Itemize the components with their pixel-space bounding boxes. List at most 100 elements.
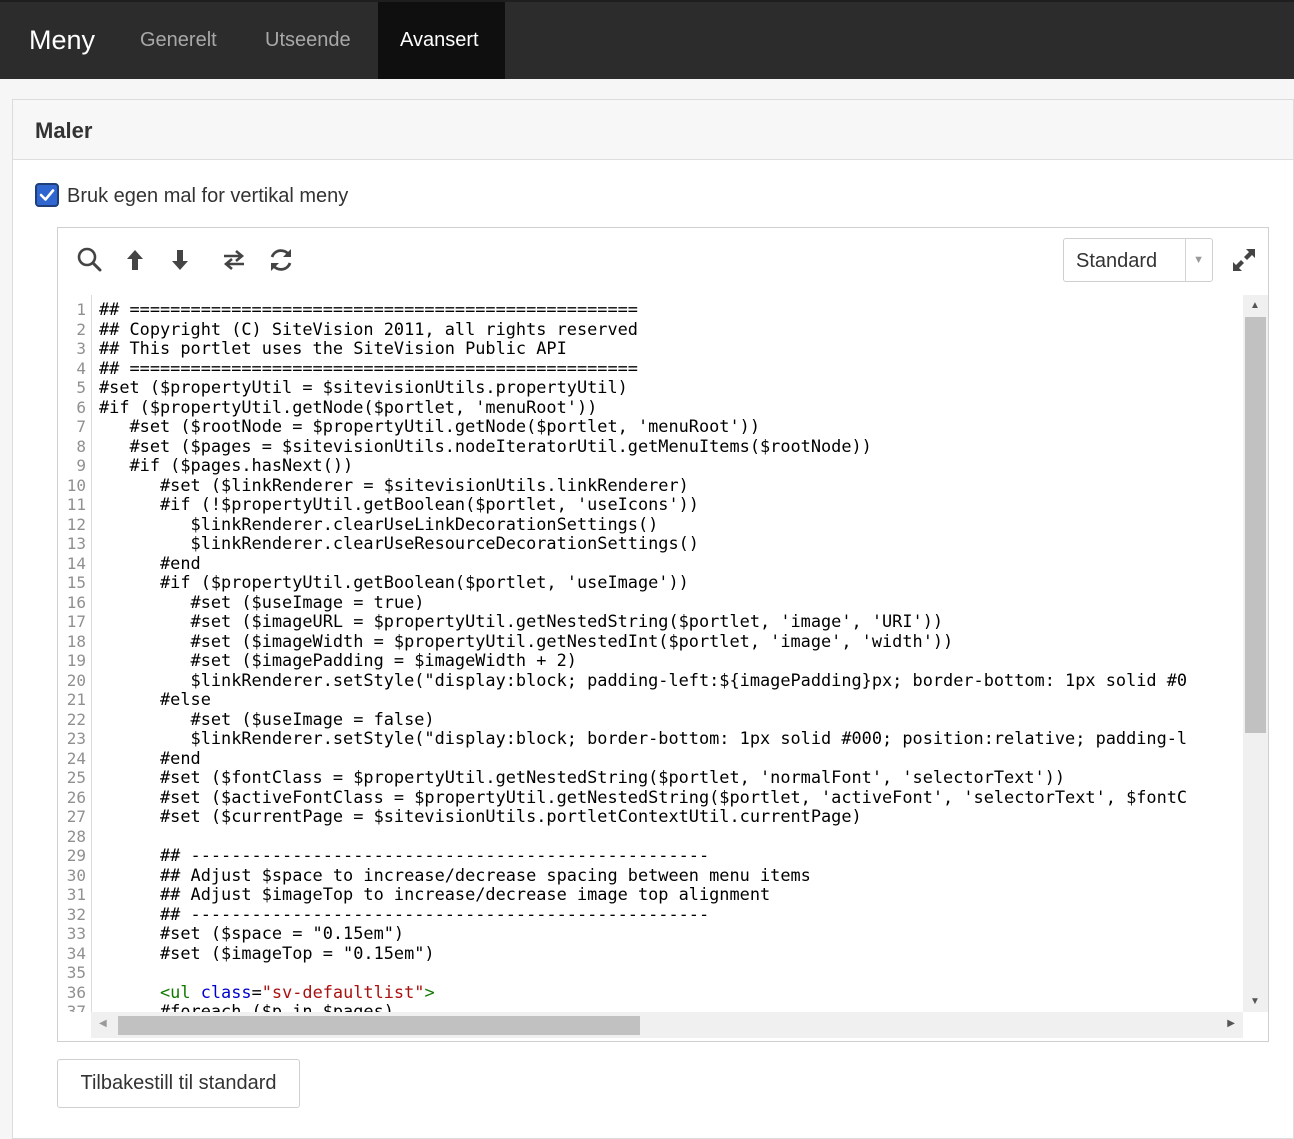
expand-icon[interactable]	[1229, 245, 1259, 275]
custom-template-checkbox[interactable]	[35, 183, 59, 207]
line-number: 28	[66, 826, 86, 846]
line-number: 18	[66, 631, 86, 651]
horizontal-scroll-thumb[interactable]	[118, 1016, 640, 1035]
line-number: 34	[66, 943, 86, 963]
vertical-scroll-thumb[interactable]	[1245, 317, 1266, 733]
line-number: 23	[66, 729, 86, 748]
code-line: #set ($activeFontClass = $propertyUtil.g…	[99, 786, 1188, 807]
code-line: ## Adjust $space to increase/decrease sp…	[99, 864, 811, 885]
line-number: 25	[66, 768, 86, 787]
line-number: 37	[66, 1002, 86, 1012]
code-line: ## =====================================…	[99, 357, 638, 378]
line-number: 30	[66, 865, 86, 885]
tab-generelt[interactable]: Generelt	[118, 2, 239, 79]
line-number: 9	[76, 456, 86, 475]
line-number: 10	[66, 475, 86, 495]
code-content[interactable]: ## =====================================…	[99, 299, 1188, 1012]
line-number: 33	[66, 924, 86, 943]
line-number-gutter: 1 2 3 4 5 6 7 8 9 10 11 12 13 14 15 16 17 18 19 20 21 22 23 24 2…	[58, 295, 92, 1012]
line-number: 19	[66, 651, 86, 670]
code-line: #if ($propertyUtil.getNode($portlet, 'me…	[99, 396, 598, 417]
editor-toolbar: Standard ▼	[58, 228, 1268, 296]
code-line: #set ($rootNode = $propertyUtil.getNode(…	[99, 416, 761, 436]
panel-title: Maler	[35, 118, 93, 143]
panel-header: Maler	[13, 100, 1293, 160]
chevron-down-icon: ▼	[1193, 254, 1204, 266]
select-divider	[1185, 239, 1186, 281]
line-number: 17	[66, 612, 86, 631]
code-line: #set ($imagePadding = $imageWidth + 2)	[99, 650, 577, 670]
line-number: 8	[76, 436, 86, 456]
theme-select-value: Standard	[1076, 250, 1158, 272]
code-line: #if ($pages.hasNext())	[99, 455, 354, 475]
code-line: <ul class="sv-defaultlist">	[160, 981, 435, 1002]
line-number: 29	[66, 846, 86, 865]
scroll-up-icon[interactable]: ▲	[1250, 300, 1260, 311]
custom-template-checkbox-label[interactable]: Bruk egen mal for vertikal meny	[67, 185, 348, 208]
line-number: 20	[66, 670, 86, 690]
line-number: 7	[76, 417, 86, 436]
code-line: #set ($linkRenderer = $sitevisionUtils.l…	[99, 474, 689, 495]
code-line: $linkRenderer.clearUseResourceDecoration…	[99, 533, 699, 553]
code-line: ## -------------------------------------…	[99, 845, 710, 865]
vertical-scrollbar[interactable]: ▲ ▼	[1243, 295, 1268, 1012]
line-number: 3	[76, 339, 86, 358]
line-number: 22	[66, 709, 86, 729]
replace-icon[interactable]	[220, 246, 248, 274]
code-line: #end	[99, 552, 201, 573]
line-number: 21	[66, 690, 86, 709]
code-line: ## Copyright (C) SiteVision 2011, all ri…	[99, 318, 638, 339]
line-number: 15	[66, 573, 86, 592]
code-line: #set ($imageTop = "0.15em")	[99, 942, 435, 963]
scroll-right-icon[interactable]: ▶	[1227, 1018, 1235, 1029]
code-line: #set ($currentPage = $sitevisionUtils.po…	[99, 806, 862, 826]
code-line: #if (!$propertyUtil.getBoolean($portlet,…	[99, 494, 699, 514]
code-line: #set ($pages = $sitevisionUtils.nodeIter…	[99, 435, 872, 456]
horizontal-scrollbar[interactable]: ◀ ▶	[91, 1012, 1243, 1038]
code-line: ## -------------------------------------…	[99, 903, 710, 924]
line-number: 6	[76, 397, 86, 417]
code-line: ## This portlet uses the SiteVision Publ…	[99, 338, 567, 358]
line-number: 26	[66, 787, 86, 807]
arrow-up-icon[interactable]	[121, 246, 149, 274]
line-number: 4	[76, 358, 86, 378]
line-number: 31	[66, 885, 86, 904]
search-icon[interactable]	[76, 246, 104, 274]
line-number: 5	[76, 378, 86, 397]
code-line: #set ($useImage = true)	[99, 591, 425, 612]
scroll-left-icon[interactable]: ◀	[99, 1018, 107, 1029]
line-number: 36	[66, 982, 86, 1002]
code-line: #foreach ($p in $pages)	[99, 1001, 394, 1012]
reset-to-default-button[interactable]: Tilbakestill til standard	[57, 1059, 300, 1108]
code-line: ## =====================================…	[99, 299, 638, 319]
theme-select[interactable]: Standard ▼	[1063, 238, 1213, 282]
code-line: $linkRenderer.setStyle("display:block; p…	[99, 669, 1188, 690]
code-line: #set ($propertyUtil = $sitevisionUtils.p…	[99, 377, 628, 397]
line-number: 13	[66, 534, 86, 553]
scroll-down-icon[interactable]: ▼	[1250, 996, 1260, 1007]
line-number: 14	[66, 553, 86, 573]
code-line: #set ($imageWidth = $propertyUtil.getNes…	[99, 630, 954, 651]
code-line: ## Adjust $imageTop to increase/decrease…	[99, 884, 771, 904]
line-number: 35	[66, 963, 86, 982]
tab-utseende[interactable]: Utseende	[243, 2, 373, 79]
code-area[interactable]: 1 2 3 4 5 6 7 8 9 10 11 12 13 14 15 16 17 18 19 20 21 22 23 24 2…	[58, 295, 1243, 1012]
code-line: #set ($useImage = false)	[99, 708, 435, 729]
arrow-down-icon[interactable]	[166, 246, 194, 274]
line-number: 27	[66, 807, 86, 826]
tab-avansert[interactable]: Avansert	[378, 2, 505, 79]
code-line: #set ($imageURL = $propertyUtil.getNeste…	[99, 611, 944, 631]
line-number: 1	[76, 300, 86, 319]
app-title: Meny	[29, 25, 96, 55]
code-line: $linkRenderer.clearUseLinkDecorationSett…	[99, 513, 659, 534]
line-number: 2	[76, 319, 86, 339]
code-line: #end	[99, 747, 201, 768]
code-line: #set ($fontClass = $propertyUtil.getNest…	[99, 767, 1066, 787]
line-number: 11	[66, 495, 86, 514]
refresh-icon[interactable]	[267, 246, 295, 274]
line-number: 16	[66, 592, 86, 612]
top-navigation-bar: Meny Generelt Utseende Avansert	[0, 0, 1294, 79]
code-editor: Standard ▼ 1 2 3 4 5 6 7 8 9 10 11 12 13 14 15 16 17 18 19…	[57, 227, 1269, 1042]
line-number: 24	[66, 748, 86, 768]
line-number: 12	[66, 514, 86, 534]
